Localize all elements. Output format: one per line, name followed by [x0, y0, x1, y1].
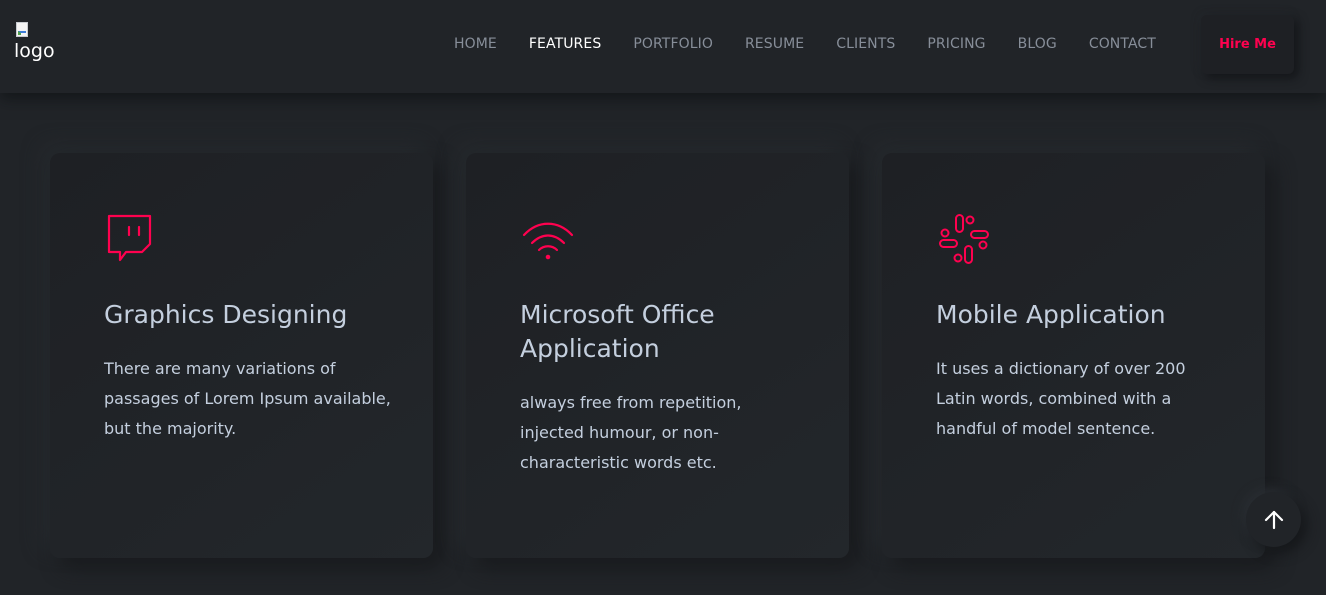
nav-item-portfolio[interactable]: PORTFOLIO: [617, 36, 729, 52]
logo[interactable]: logo: [14, 22, 55, 61]
feature-title: Mobile Application: [936, 300, 1166, 329]
feature-description: There are many variations of passages of…: [104, 359, 391, 438]
nav-item-pricing[interactable]: PRICING: [911, 36, 1001, 52]
hire-me-button[interactable]: Hire Me: [1201, 15, 1294, 74]
nav-item-contact[interactable]: CONTACT: [1073, 36, 1172, 52]
nav-item-blog[interactable]: BLOG: [1002, 36, 1073, 52]
twitch-icon: [107, 214, 152, 262]
feature-description: It uses a dictionary of over 200 Latin w…: [936, 359, 1186, 438]
feature-title: Graphics Designing: [104, 300, 348, 329]
site-header: logo HOME FEATURES PORTFOLIO RESUME CLIE…: [0, 0, 1326, 93]
nav-item-resume[interactable]: RESUME: [729, 36, 820, 52]
feature-card-mobile[interactable]: Mobile Application It uses a dictionary …: [882, 153, 1265, 558]
slack-icon: [939, 214, 989, 264]
nav-item-home[interactable]: HOME: [438, 36, 513, 52]
arrow-up-icon: [1264, 510, 1283, 529]
main-nav: HOME FEATURES PORTFOLIO RESUME CLIENTS P…: [438, 0, 1172, 88]
logo-alt-text: logo: [14, 40, 55, 62]
feature-card-graphics[interactable]: Graphics Designing There are many variat…: [50, 153, 433, 558]
feature-description: always free from repetition, injected hu…: [520, 393, 742, 472]
wifi-icon: [522, 222, 574, 260]
feature-title: Microsoft Office Application: [520, 300, 715, 363]
nav-item-features[interactable]: FEATURES: [513, 36, 617, 52]
nav-item-clients[interactable]: CLIENTS: [820, 36, 911, 52]
feature-card-office[interactable]: Microsoft Office Application always free…: [466, 153, 849, 558]
broken-image-icon: [14, 22, 30, 40]
scroll-to-top-button[interactable]: [1246, 492, 1301, 547]
